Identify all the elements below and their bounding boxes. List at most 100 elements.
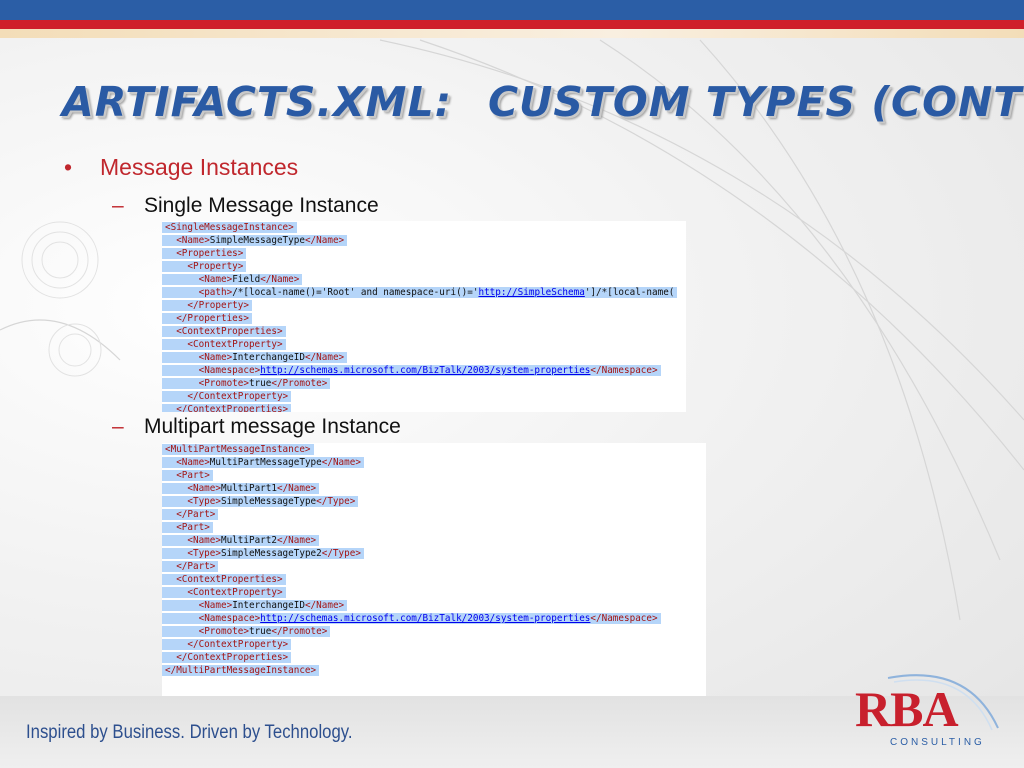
code-line: <Name>InterchangeID</Name> <box>162 351 686 364</box>
xml-tag: </Name> <box>304 235 345 246</box>
code-line: <Type>SimpleMessageType</Type> <box>162 495 706 508</box>
code-line-selection: <Name>SimpleMessageType</Name> <box>162 235 348 246</box>
xml-tag: <Name> <box>176 457 210 468</box>
xml-text: SimpleMessageType2 <box>220 548 322 559</box>
xml-text <box>165 600 199 611</box>
slide-title: ARTIFACTS.XML: CUSTOM TYPES (CONT'D) <box>62 78 1024 126</box>
xml-text <box>165 457 176 468</box>
xml-tag: <Properties> <box>176 248 244 259</box>
code-line: <Name>MultiPart2</Name> <box>162 534 706 547</box>
xml-tag: <Name> <box>198 600 233 611</box>
code-line: </Part> <box>162 560 706 573</box>
xml-tag: </ContextProperty> <box>187 639 289 650</box>
code-line: </Property> <box>162 299 686 312</box>
code-multipart-message-instance: <MultiPartMessageInstance> <Name>MultiPa… <box>162 443 706 696</box>
xml-text <box>165 326 176 337</box>
sub-bullet-dash: – <box>112 194 124 217</box>
xml-tag: </Part> <box>176 561 216 572</box>
xml-text <box>165 574 176 585</box>
xml-text <box>165 509 176 520</box>
code-line-selection: <SingleMessageInstance> <box>162 222 297 233</box>
xml-tag: <SingleMessageInstance> <box>165 222 294 233</box>
xml-url[interactable]: http://schemas.microsoft.com/BizTalk/200… <box>260 365 590 376</box>
xml-tag: </Name> <box>276 535 317 546</box>
xml-tag: <Type> <box>187 548 221 559</box>
code-line: </ContextProperty> <box>162 638 706 651</box>
xml-text <box>165 365 199 376</box>
code-line-selection: </ContextProperty> <box>162 639 292 650</box>
code-line-selection: <Promote>true</Promote> <box>162 378 331 389</box>
code-line-selection: </Part> <box>162 509 219 520</box>
xml-tag: </Name> <box>304 352 345 363</box>
logo-rba-text: RBA <box>855 681 959 737</box>
xml-tag: </Namespace> <box>590 613 658 624</box>
xml-tag: </Type> <box>321 548 361 559</box>
xml-text: true <box>248 626 272 637</box>
code-line: <MultiPartMessageInstance> <box>162 443 706 456</box>
xml-url[interactable]: http://SimpleSchema <box>478 287 584 298</box>
code-line-selection: <Type>SimpleMessageType2</Type> <box>162 548 364 559</box>
code-line-selection: <Name>InterchangeID</Name> <box>162 352 348 363</box>
xml-tag: <Promote> <box>198 626 249 637</box>
xml-text <box>165 470 176 481</box>
xml-url[interactable]: http://schemas.microsoft.com/BizTalk/200… <box>260 613 590 624</box>
xml-tag: <Name> <box>187 483 221 494</box>
code-line: </Properties> <box>162 312 686 325</box>
code-line-selection: <Name>InterchangeID</Name> <box>162 600 348 611</box>
code-single-message-instance: <SingleMessageInstance> <Name>SimpleMess… <box>162 221 686 412</box>
xml-text <box>165 391 187 402</box>
xml-tag: <ContextProperty> <box>187 339 283 350</box>
xml-tag: </Type> <box>316 496 356 507</box>
xml-text <box>165 496 187 507</box>
code-line: <ContextProperty> <box>162 586 706 599</box>
xml-tag: </ContextProperties> <box>176 652 289 663</box>
xml-tag: </Name> <box>276 483 317 494</box>
code-line: <ContextProperties> <box>162 573 706 586</box>
xml-text <box>165 587 187 598</box>
code-line: <Part> <box>162 469 706 482</box>
code-line-selection: </Property> <box>162 300 252 311</box>
code-line-selection: </ContextProperties> <box>162 652 292 663</box>
xml-tag: <Type> <box>187 496 221 507</box>
xml-tag: <MultiPartMessageInstance> <box>165 444 311 455</box>
xml-text <box>165 313 176 324</box>
code-line: <SingleMessageInstance> <box>162 221 686 234</box>
code-line-selection: </Properties> <box>162 313 252 324</box>
code-line-selection: <MultiPartMessageInstance> <box>162 444 314 455</box>
code-line-selection: <Part> <box>162 522 213 533</box>
xml-text: InterchangeID <box>232 600 305 611</box>
xml-tag: <Namespace> <box>198 365 261 376</box>
code-line-selection: <Part> <box>162 470 213 481</box>
xml-text: InterchangeID <box>232 352 305 363</box>
code-line: <Part> <box>162 521 706 534</box>
code-line: <ContextProperties> <box>162 325 686 338</box>
code-line: <Property> <box>162 260 686 273</box>
code-line-selection: <Promote>true</Promote> <box>162 626 331 637</box>
code-line-selection: <Name>MultiPartMessageType</Name> <box>162 457 364 468</box>
xml-text <box>165 548 187 559</box>
bullet-label: Message Instances <box>100 154 299 180</box>
xml-text: MultiPartMessageType <box>209 457 322 468</box>
xml-tag: </ContextProperties> <box>176 404 289 412</box>
code-line: <Namespace>http://schemas.microsoft.com/… <box>162 364 686 377</box>
xml-tag: <Name> <box>176 235 210 246</box>
sub-bullet-single: – Single Message Instance <box>112 194 379 218</box>
xml-text <box>165 404 176 412</box>
xml-tag: <Part> <box>176 522 210 533</box>
footer-tagline: Inspired by Business. Driven by Technolo… <box>26 722 353 743</box>
sub-bullet-dash: – <box>112 415 124 438</box>
xml-text <box>165 261 187 272</box>
xml-text: Field <box>232 274 261 285</box>
xml-text: /*[local-name()='Root' and namespace-uri… <box>232 287 479 298</box>
sub-bullet-multipart: – Multipart message Instance <box>112 415 401 439</box>
code-line: <Name>InterchangeID</Name> <box>162 599 706 612</box>
xml-text <box>165 652 176 663</box>
code-line: <Type>SimpleMessageType2</Type> <box>162 547 706 560</box>
xml-tag: <Property> <box>187 261 244 272</box>
code-line-selection: <path>/*[local-name()='Root' and namespa… <box>162 287 678 298</box>
xml-text <box>165 483 187 494</box>
xml-tag: </Part> <box>176 509 216 520</box>
code-line: <Promote>true</Promote> <box>162 377 686 390</box>
code-line: <Properties> <box>162 247 686 260</box>
code-line: <Name>MultiPartMessageType</Name> <box>162 456 706 469</box>
